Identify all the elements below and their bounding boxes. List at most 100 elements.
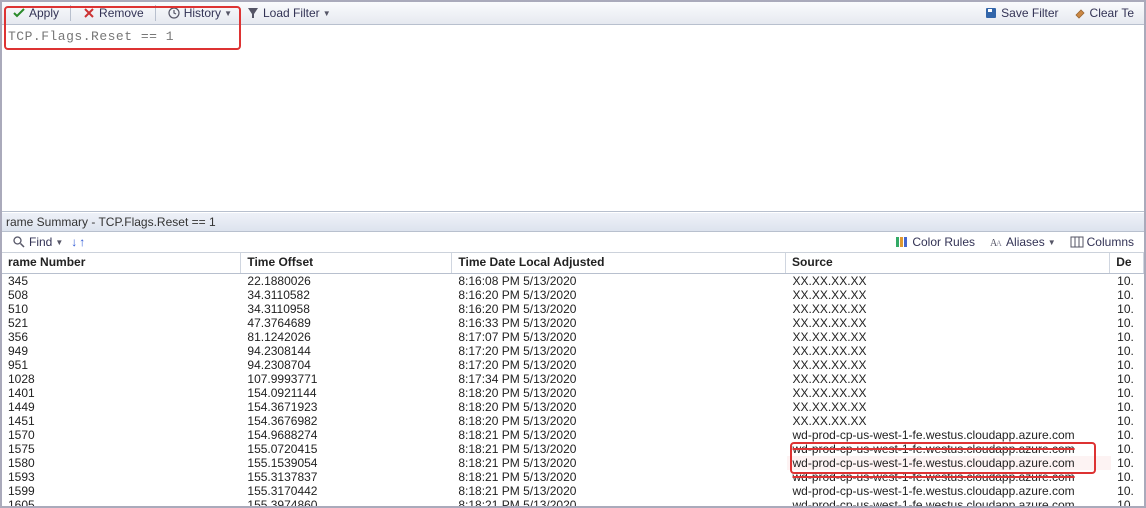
col-time-date[interactable]: Time Date Local Adjusted: [452, 253, 786, 273]
cell-time-date: 8:18:20 PM 5/13/2020: [452, 414, 786, 428]
cell-destination: 10.: [1111, 498, 1144, 508]
cell-frame-number: 1580: [2, 456, 241, 470]
table-row[interactable]: 51034.31109588:16:20 PM 5/13/2020XX.XX.X…: [2, 302, 1144, 316]
cell-frame-number: 1570: [2, 428, 241, 442]
cell-frame-number: 510: [2, 302, 241, 316]
history-button[interactable]: History ▼: [161, 4, 238, 22]
col-destination[interactable]: De: [1110, 253, 1144, 273]
table-row[interactable]: 1570154.96882748:18:21 PM 5/13/2020wd-pr…: [2, 428, 1144, 442]
cell-time-date: 8:18:20 PM 5/13/2020: [452, 400, 786, 414]
find-magnifier-icon: [12, 235, 26, 249]
find-next-down-button[interactable]: ↓: [71, 235, 77, 249]
cell-time-date: 8:16:20 PM 5/13/2020: [452, 288, 786, 302]
table-row[interactable]: 95194.23087048:17:20 PM 5/13/2020XX.XX.X…: [2, 358, 1144, 372]
cell-time-date: 8:17:34 PM 5/13/2020: [452, 372, 786, 386]
cell-time-date: 8:18:21 PM 5/13/2020: [452, 484, 786, 498]
col-frame-number[interactable]: rame Number: [2, 253, 241, 273]
cell-time-date: 8:17:07 PM 5/13/2020: [452, 330, 786, 344]
cell-destination: 10.: [1111, 456, 1144, 470]
frame-table-body[interactable]: 34522.18800268:16:08 PM 5/13/2020XX.XX.X…: [2, 274, 1144, 508]
cell-frame-number: 356: [2, 330, 241, 344]
load-filter-label: Load Filter: [263, 6, 320, 20]
aliases-button[interactable]: AA Aliases ▼: [983, 233, 1062, 251]
remove-filter-button[interactable]: Remove: [76, 4, 150, 22]
cell-time-date: 8:18:21 PM 5/13/2020: [452, 456, 786, 470]
chevron-down-icon: ▼: [323, 9, 331, 18]
cell-destination: 10.: [1111, 330, 1144, 344]
cell-time-date: 8:16:33 PM 5/13/2020: [452, 316, 786, 330]
cell-time-offset: 154.3671923: [241, 400, 452, 414]
filter-expression-input[interactable]: TCP.Flags.Reset == 1: [2, 25, 1144, 212]
table-row[interactable]: 1575155.07204158:18:21 PM 5/13/2020wd-pr…: [2, 442, 1144, 456]
cell-time-date: 8:18:21 PM 5/13/2020: [452, 428, 786, 442]
columns-label: Columns: [1087, 235, 1134, 249]
cell-source: XX.XX.XX.XX: [787, 358, 1112, 372]
cell-destination: 10.: [1111, 344, 1144, 358]
cell-destination: 10.: [1111, 470, 1144, 484]
table-row[interactable]: 94994.23081448:17:20 PM 5/13/2020XX.XX.X…: [2, 344, 1144, 358]
table-row[interactable]: 1451154.36769828:18:20 PM 5/13/2020XX.XX…: [2, 414, 1144, 428]
svg-text:A: A: [996, 239, 1002, 248]
col-source[interactable]: Source: [786, 253, 1110, 273]
cell-time-offset: 34.3110582: [241, 288, 452, 302]
cell-destination: 10.: [1111, 274, 1144, 288]
filter-expression-text: TCP.Flags.Reset == 1: [8, 29, 174, 44]
table-row[interactable]: 1605155.39748608:18:21 PM 5/13/2020wd-pr…: [2, 498, 1144, 508]
table-row[interactable]: 1449154.36719238:18:20 PM 5/13/2020XX.XX…: [2, 400, 1144, 414]
table-row[interactable]: 1028107.99937718:17:34 PM 5/13/2020XX.XX…: [2, 372, 1144, 386]
chevron-down-icon: ▼: [1048, 238, 1056, 247]
cell-time-date: 8:18:20 PM 5/13/2020: [452, 386, 786, 400]
cell-source: wd-prod-cp-us-west-1-fe.westus.cloudapp.…: [787, 428, 1112, 442]
aliases-icon: AA: [989, 235, 1003, 249]
col-time-offset[interactable]: Time Offset: [241, 253, 452, 273]
aliases-label: Aliases: [1006, 235, 1045, 249]
cell-time-date: 8:16:08 PM 5/13/2020: [452, 274, 786, 288]
columns-button[interactable]: Columns: [1064, 233, 1140, 251]
cell-time-date: 8:17:20 PM 5/13/2020: [452, 344, 786, 358]
find-toolbar: Find ▼ ↓ ↑ Color Rules AA Aliases ▼ Colu…: [2, 232, 1144, 253]
frame-summary-title: rame Summary - TCP.Flags.Reset == 1: [2, 212, 1144, 232]
table-row[interactable]: 1593155.31378378:18:21 PM 5/13/2020wd-pr…: [2, 470, 1144, 484]
apply-filter-button[interactable]: Apply: [6, 4, 65, 22]
table-row[interactable]: 1580155.15390548:18:21 PM 5/13/2020wd-pr…: [2, 456, 1144, 470]
table-row[interactable]: 52147.37646898:16:33 PM 5/13/2020XX.XX.X…: [2, 316, 1144, 330]
filter-toolbar-right: Save Filter Clear Te: [978, 4, 1140, 22]
cell-source: wd-prod-cp-us-west-1-fe.westus.cloudapp.…: [787, 456, 1112, 470]
columns-icon: [1070, 235, 1084, 249]
table-row[interactable]: 35681.12420268:17:07 PM 5/13/2020XX.XX.X…: [2, 330, 1144, 344]
table-row[interactable]: 1401154.09211448:18:20 PM 5/13/2020XX.XX…: [2, 386, 1144, 400]
color-rules-button[interactable]: Color Rules: [889, 233, 981, 251]
cell-time-offset: 155.1539054: [241, 456, 452, 470]
cell-time-offset: 155.3137837: [241, 470, 452, 484]
remove-x-icon: [82, 6, 96, 20]
network-monitor-window: Apply Remove History ▼ Load Filter ▼: [0, 0, 1146, 508]
remove-label: Remove: [99, 6, 144, 20]
cell-time-date: 8:16:20 PM 5/13/2020: [452, 302, 786, 316]
cell-time-offset: 34.3110958: [241, 302, 452, 316]
cell-frame-number: 951: [2, 358, 241, 372]
cell-source: XX.XX.XX.XX: [787, 330, 1112, 344]
cell-frame-number: 1593: [2, 470, 241, 484]
cell-frame-number: 1575: [2, 442, 241, 456]
table-row[interactable]: 50834.31105828:16:20 PM 5/13/2020XX.XX.X…: [2, 288, 1144, 302]
table-row[interactable]: 34522.18800268:16:08 PM 5/13/2020XX.XX.X…: [2, 274, 1144, 288]
cell-destination: 10.: [1111, 414, 1144, 428]
separator: [155, 5, 156, 21]
cell-frame-number: 1401: [2, 386, 241, 400]
cell-time-offset: 22.1880026: [241, 274, 452, 288]
find-prev-up-button[interactable]: ↑: [79, 235, 85, 249]
load-filter-button[interactable]: Load Filter ▼: [240, 4, 337, 22]
clear-eraser-icon: [1073, 6, 1087, 20]
cell-source: wd-prod-cp-us-west-1-fe.westus.cloudapp.…: [787, 498, 1112, 508]
save-filter-button[interactable]: Save Filter: [978, 4, 1064, 22]
filter-toolbar-left: Apply Remove History ▼ Load Filter ▼: [6, 4, 337, 22]
table-row[interactable]: 1599155.31704428:18:21 PM 5/13/2020wd-pr…: [2, 484, 1144, 498]
cell-frame-number: 1599: [2, 484, 241, 498]
cell-source: wd-prod-cp-us-west-1-fe.westus.cloudapp.…: [787, 484, 1112, 498]
find-button[interactable]: Find ▼: [6, 233, 69, 251]
cell-destination: 10.: [1111, 288, 1144, 302]
find-label: Find: [29, 235, 52, 249]
cell-time-offset: 47.3764689: [241, 316, 452, 330]
clear-text-button[interactable]: Clear Te: [1067, 4, 1140, 22]
cell-time-offset: 155.3974860: [241, 498, 452, 508]
